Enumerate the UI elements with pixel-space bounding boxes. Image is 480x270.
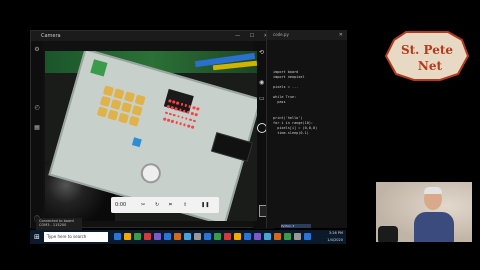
knob	[138, 160, 164, 186]
tray-time: 3:26 PM	[328, 231, 343, 235]
crop-icon[interactable]: ⌗	[169, 197, 172, 213]
taskbar-app-icon[interactable]	[214, 233, 221, 240]
system-tray[interactable]: 3:26 PM 1/4/2020	[327, 230, 343, 244]
code-line: pixels = ...	[273, 85, 299, 89]
camera-window: Camera — ☐ ✕ ⚙ ◴ ▦ ⓘ ⟲ ◉ ▭	[30, 30, 276, 229]
blue-module	[131, 137, 142, 148]
green-connector	[90, 59, 108, 77]
code-line: for i in range(10):	[273, 121, 314, 125]
key-matrix	[96, 85, 146, 127]
taskbar-app-icon[interactable]	[134, 233, 141, 240]
share-icon[interactable]: ⇪	[183, 197, 187, 213]
taskbar-app-icon[interactable]	[124, 233, 131, 240]
camera-viewfinder	[45, 51, 257, 221]
taskbar-app-icon[interactable]	[154, 233, 161, 240]
taskbar-search[interactable]: Type here to search	[44, 232, 108, 242]
camera-left-rail: ⚙ ◴ ▦ ⓘ	[31, 41, 43, 229]
taskbar-app-icon[interactable]	[244, 233, 251, 240]
taskbar-app-icon[interactable]	[114, 233, 121, 240]
taskbar-app-icon[interactable]	[224, 233, 231, 240]
taskbar-app-icon[interactable]	[234, 233, 241, 240]
tray-date: 1/4/2020	[327, 238, 343, 242]
grid-icon[interactable]: ▦	[33, 125, 41, 131]
code-line: import neopixel	[273, 75, 305, 79]
taskbar-app-icon[interactable]	[284, 233, 291, 240]
taskbar-app-icon[interactable]	[184, 233, 191, 240]
code-line: import board	[273, 70, 299, 74]
scissors-icon[interactable]: ✂	[141, 197, 145, 213]
logo-line2: Net	[418, 59, 443, 73]
video-mode-icon[interactable]: ▭	[259, 95, 265, 102]
code-line: print('hello')	[273, 116, 303, 120]
toolbar-time: 0:00	[115, 202, 127, 208]
presenter-hair	[424, 187, 442, 194]
code-line: time.sleep(0.1)	[273, 131, 309, 135]
windows-start-icon[interactable]: ⊞	[34, 233, 42, 241]
rotate-icon[interactable]: ↻	[155, 197, 159, 213]
presenter-webcam	[376, 182, 472, 242]
switch-camera-icon[interactable]: ⟲	[259, 49, 264, 56]
taskbar-app-icon[interactable]	[164, 233, 171, 240]
editor-status: Python 3	[281, 224, 311, 228]
notification-line2: COM3 - 115200	[39, 223, 67, 227]
taskbar-app-icon[interactable]	[174, 233, 181, 240]
photo-mode-icon[interactable]: ◉	[259, 79, 264, 86]
pause-icon[interactable]: ❚❚	[201, 197, 209, 213]
taskbar-app-icon[interactable]	[294, 233, 301, 240]
settings-icon[interactable]: ⚙	[33, 47, 41, 53]
code-line: while True:	[273, 95, 297, 99]
camera-title: Camera	[41, 33, 61, 39]
webcam-chair	[378, 226, 398, 242]
taskbar-app-icon[interactable]	[304, 233, 311, 240]
taskbar: ⊞ Type here to search 3:26 PM 1/4/2020	[30, 230, 346, 244]
camera-titlebar[interactable]: Camera — ☐ ✕	[31, 31, 275, 41]
logo-line1: St. Pete	[401, 43, 453, 57]
code-editor-window: code.py ✕ import board import neopixel p…	[266, 30, 347, 228]
taskbar-app-icon[interactable]	[254, 233, 261, 240]
taskbar-app-icon[interactable]	[274, 233, 281, 240]
notification-popup[interactable]: Connected to board COM3 - 115200	[36, 218, 82, 230]
code-line: pass	[273, 100, 286, 104]
code-line: pixels[i] = (0,0,0)	[273, 126, 318, 130]
taskbar-app-icon[interactable]	[264, 233, 271, 240]
editor-window-controls[interactable]: ✕	[339, 32, 343, 38]
taskbar-app-icon[interactable]	[194, 233, 201, 240]
st-pete-net-logo: St. Pete Net	[384, 31, 470, 81]
presenter-body	[414, 212, 454, 242]
taskbar-app-icon[interactable]	[204, 233, 211, 240]
camera-toolbar: 0:00 ✂ ↻ ⌗ ⇪ ❚❚	[111, 197, 219, 213]
taskbar-app-icon[interactable]	[144, 233, 151, 240]
editor-tab[interactable]: code.py	[267, 30, 347, 40]
timer-icon[interactable]: ◴	[33, 105, 41, 111]
